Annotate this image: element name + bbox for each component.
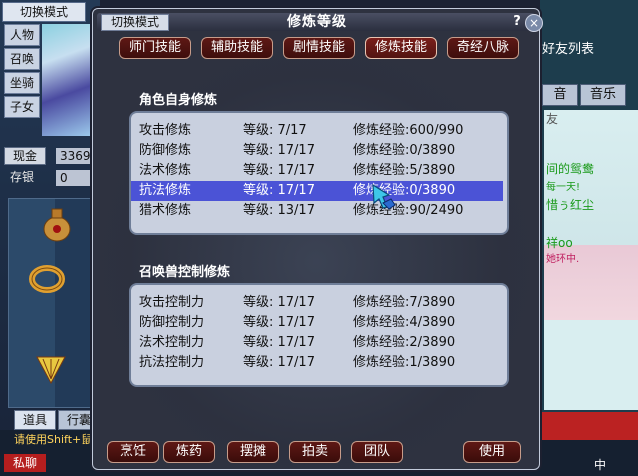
friend-entry[interactable]: 祥oo (546, 234, 573, 251)
cultivation-dialog: 切换模式 修炼等级 ? × 师门技能 辅助技能 剧情技能 修炼技能 奇经八脉 角… (92, 8, 543, 470)
pointer-cursor-icon (372, 183, 396, 210)
cultivation-exp: 修炼经验:2/3890 (353, 335, 456, 350)
character-portrait (42, 24, 98, 136)
friend-entry[interactable]: 间的鸳鸯 (546, 160, 594, 177)
cultivation-name: 防御修炼 (139, 143, 192, 158)
dialog-titlebar[interactable]: 切换模式 修炼等级 ? × (97, 13, 543, 32)
pet-cultivation-panel: 攻击控制力 等级: 17/17 修炼经验:7/3890 防御控制力 等级: 17… (129, 283, 509, 387)
friend-entry[interactable]: 她环中. (546, 250, 579, 265)
tab-meridians[interactable]: 奇经八脉 (447, 37, 519, 59)
pet-row-attack[interactable]: 攻击控制力 等级: 17/17 修炼经验:7/3890 (131, 293, 503, 313)
background-mode-button[interactable]: 切换模式 (2, 2, 86, 22)
cultivation-level: 等级: 17/17 (243, 295, 315, 310)
cultivation-name: 法术控制力 (139, 335, 205, 350)
pet-cultivation-title: 召唤兽控制修炼 (139, 265, 231, 280)
cultivation-exp: 修炼经验:1/3890 (353, 355, 456, 370)
cultivation-level: 等级: 17/17 (243, 143, 315, 158)
items-tab[interactable]: 道具 (14, 410, 56, 430)
cultivation-level: 等级: 17/17 (243, 355, 315, 370)
cultivation-name: 防御控制力 (139, 315, 205, 330)
summon-button[interactable]: 召唤 (4, 48, 40, 70)
friend-chat-panel: 友 间的鸳鸯 每一天! 惜ぅ红尘 祥oo 她环中. (544, 110, 638, 410)
corner-indicator: 中 (594, 458, 607, 472)
cultivation-level: 等级: 17/17 (243, 315, 315, 330)
self-cultivation-panel: 攻击修炼 等级: 7/17 修炼经验:600/990 防御修炼 等级: 17/1… (129, 111, 509, 235)
pet-row-defense[interactable]: 防御控制力 等级: 17/17 修炼经验:4/3890 (131, 313, 503, 333)
close-icon[interactable]: × (525, 14, 543, 32)
tab-story-skills[interactable]: 剧情技能 (283, 37, 355, 59)
right-bottom-bar (540, 412, 638, 440)
stall-button[interactable]: 摆摊 (227, 441, 279, 463)
cultivation-exp: 修炼经验:4/3890 (353, 315, 456, 330)
friend-entry[interactable]: 友 (546, 110, 558, 127)
switch-mode-button[interactable]: 切换模式 (101, 14, 169, 31)
cultivation-name: 攻击修炼 (139, 123, 192, 138)
cultivation-exp: 修炼经验:600/990 (353, 123, 464, 138)
cultivation-name: 抗法控制力 (139, 355, 205, 370)
mount-button[interactable]: 坐骑 (4, 72, 40, 94)
music-button[interactable]: 音乐 (580, 84, 626, 106)
fan-icon[interactable] (33, 349, 69, 389)
help-icon[interactable]: ? (509, 14, 525, 30)
pet-row-spell[interactable]: 法术控制力 等级: 17/17 修炼经验:2/3890 (131, 333, 503, 353)
cultivation-level: 等级: 17/17 (243, 335, 315, 350)
auction-button[interactable]: 拍卖 (289, 441, 341, 463)
cultivation-row-spell[interactable]: 法术修炼 等级: 17/17 修炼经验:5/3890 (131, 161, 503, 181)
tab-support-skills[interactable]: 辅助技能 (201, 37, 273, 59)
inventory-hint: 请使用Shift+鼠 (14, 433, 93, 446)
friend-entry[interactable]: 每一天! (546, 178, 580, 193)
cultivation-row-hunting[interactable]: 猎术修炼 等级: 13/17 修炼经验:90/2490 (131, 201, 503, 221)
team-button[interactable]: 团队 (351, 441, 403, 463)
cultivation-exp: 修炼经验:7/3890 (353, 295, 456, 310)
character-button[interactable]: 人物 (4, 24, 40, 46)
dialog-background-pattern (93, 9, 539, 469)
alchemy-button[interactable]: 炼药 (163, 441, 215, 463)
cultivation-name: 猎术修炼 (139, 203, 192, 218)
cultivation-name: 攻击控制力 (139, 295, 205, 310)
deposit-label: 存银 (10, 170, 35, 184)
cultivation-exp: 修炼经验:5/3890 (353, 163, 456, 178)
friend-entry[interactable]: 惜ぅ红尘 (546, 196, 594, 213)
cooking-button[interactable]: 烹饪 (107, 441, 159, 463)
tab-sect-skills[interactable]: 师门技能 (119, 37, 191, 59)
inventory-grid[interactable] (8, 198, 102, 408)
pet-row-resist[interactable]: 抗法控制力 等级: 17/17 修炼经验:1/3890 (131, 353, 503, 373)
cultivation-level: 等级: 17/17 (243, 183, 315, 198)
cultivation-row-attack[interactable]: 攻击修炼 等级: 7/17 修炼经验:600/990 (131, 121, 503, 141)
cash-label: 现金 (4, 147, 46, 165)
friend-list-title: 好友列表 (542, 42, 595, 57)
cultivation-name: 法术修炼 (139, 163, 192, 178)
ring-icon[interactable] (29, 257, 65, 297)
cultivation-name: 抗法修炼 (139, 183, 192, 198)
cultivation-level: 等级: 13/17 (243, 203, 315, 218)
cultivation-row-resist-selected[interactable]: 抗法修炼 等级: 17/17 修炼经验:0/3890 (131, 181, 503, 201)
children-button[interactable]: 子女 (4, 96, 40, 118)
money-bag-icon[interactable] (39, 203, 75, 243)
cultivation-level: 等级: 17/17 (243, 163, 315, 178)
tab-cultivation-skills[interactable]: 修炼技能 (365, 37, 437, 59)
cultivation-exp: 修炼经验:0/3890 (353, 143, 456, 158)
dialog-title: 修炼等级 (287, 14, 347, 30)
cultivation-level: 等级: 7/17 (243, 123, 307, 138)
cultivation-row-defense[interactable]: 防御修炼 等级: 17/17 修炼经验:0/3890 (131, 141, 503, 161)
self-cultivation-title: 角色自身修炼 (139, 93, 218, 108)
use-button[interactable]: 使用 (463, 441, 521, 463)
voice-button[interactable]: 音 (542, 84, 578, 106)
private-chat-button[interactable]: 私聊 (4, 454, 46, 472)
